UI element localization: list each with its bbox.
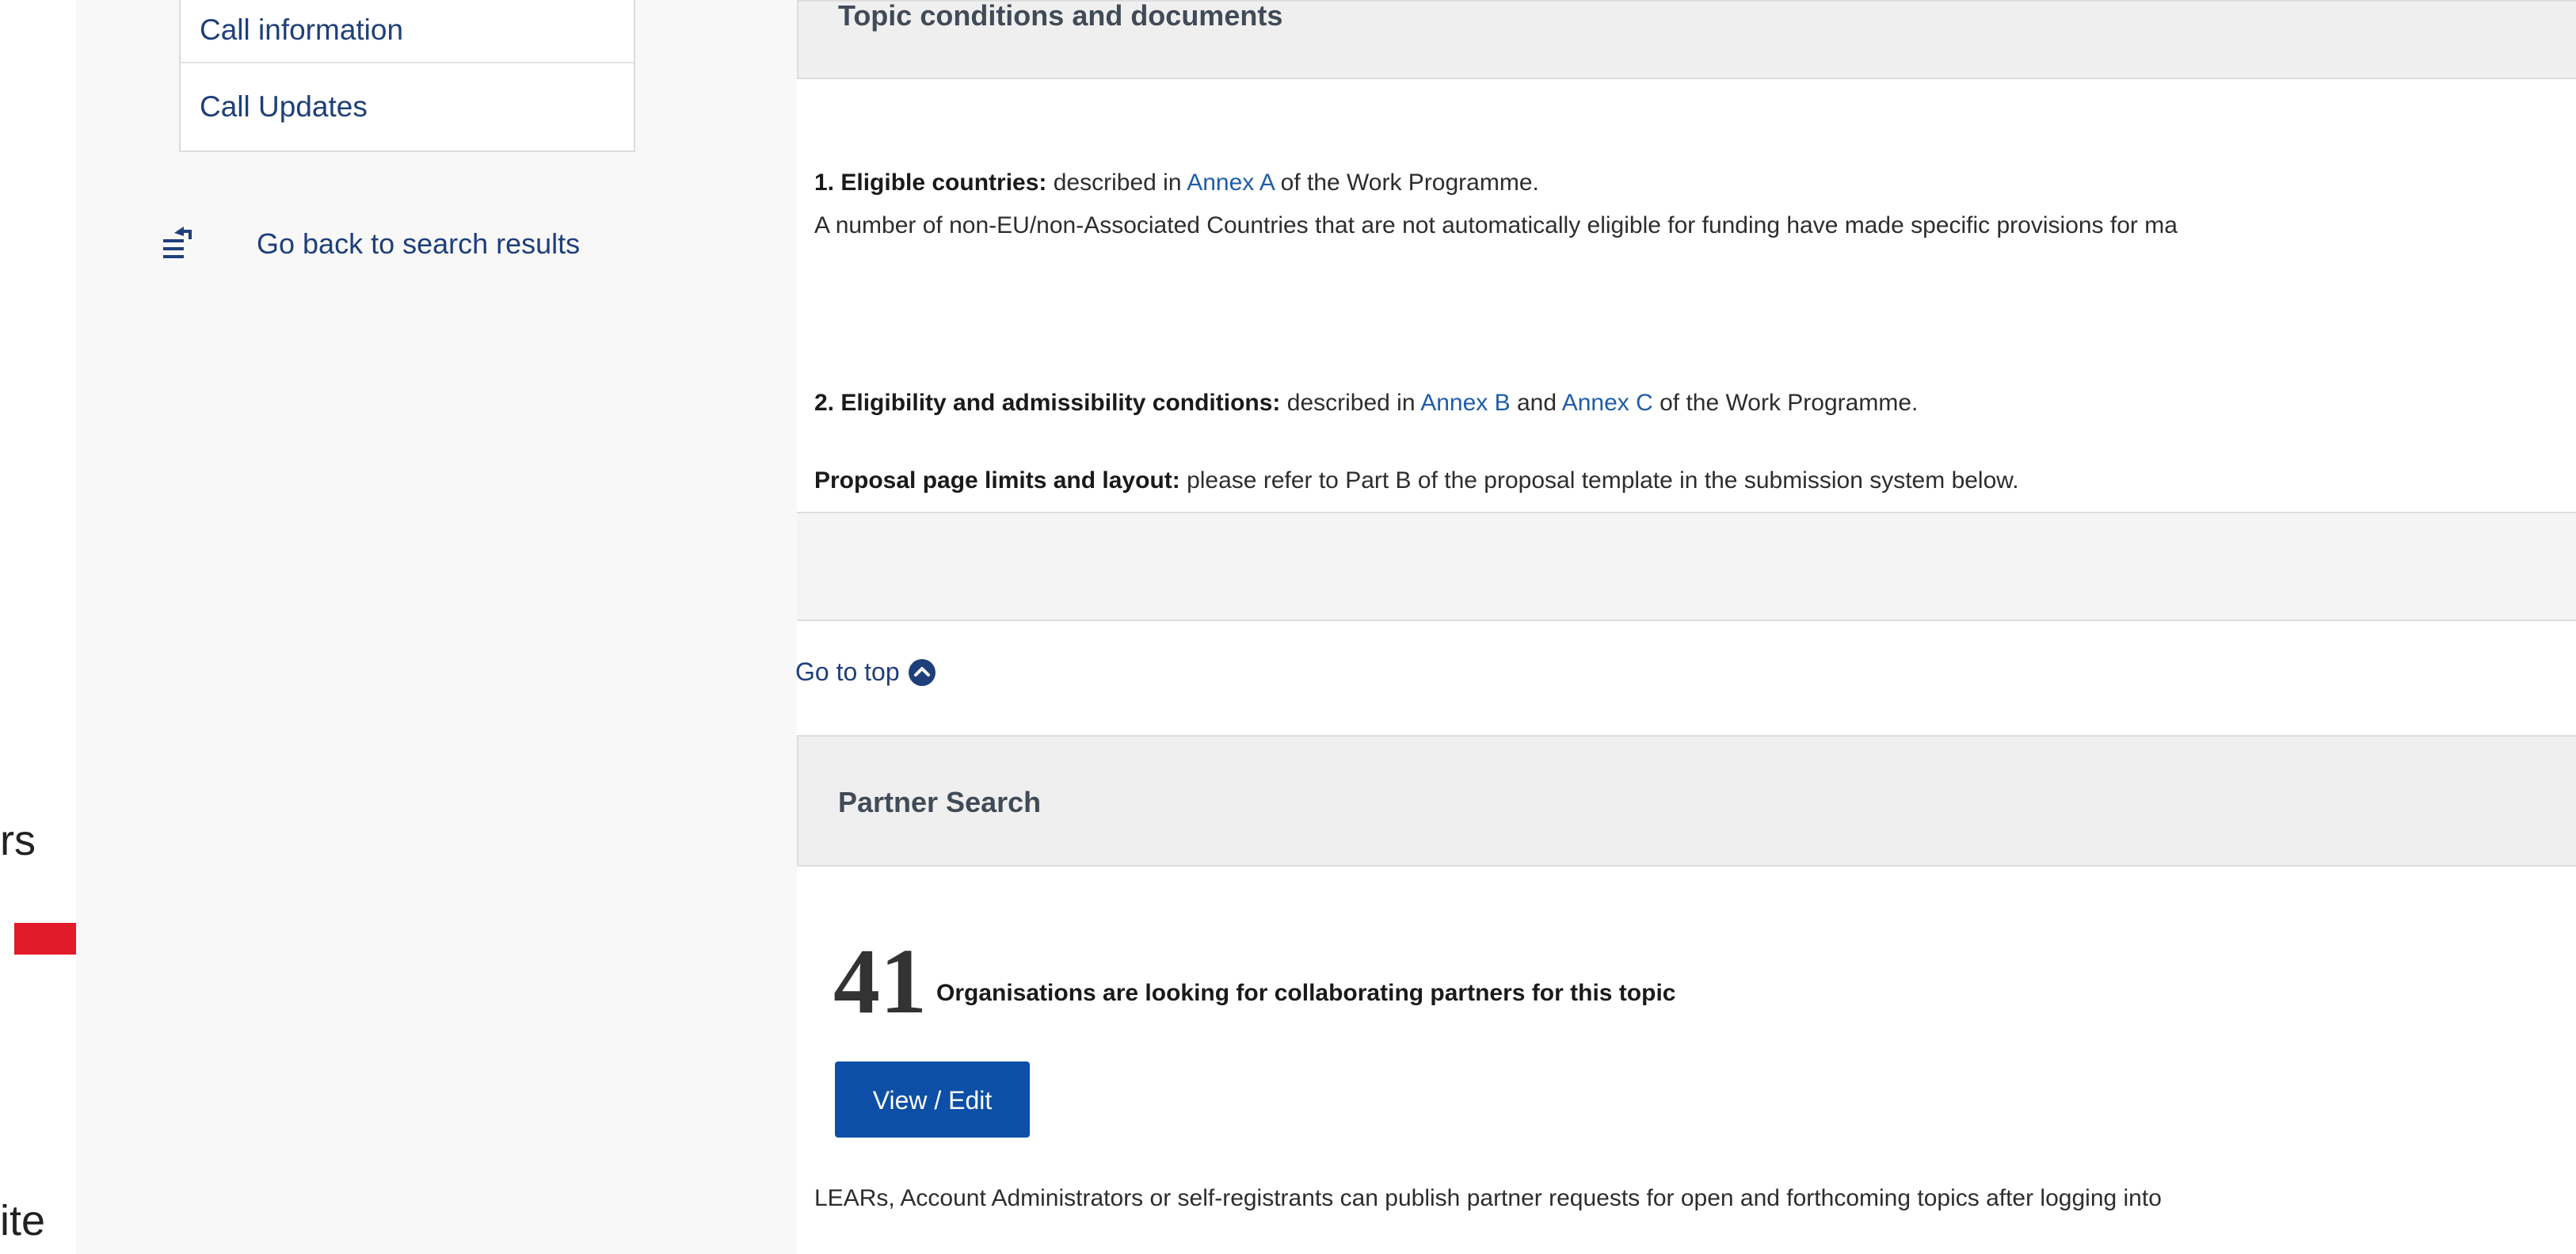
topic-header-title: Topic conditions and documents	[838, 0, 1283, 32]
slide-text-fragment: ite	[0, 1197, 46, 1244]
eligibility-conditions-label: 2. Eligibility and admissibility conditi…	[814, 390, 1281, 416]
section-footer-band	[797, 512, 2576, 621]
page-limits-line: Proposal page limits and layout: please …	[814, 467, 2019, 494]
text-fragment: described in	[1280, 390, 1421, 416]
main-content: Topic conditions and documents 1. Eligib…	[795, 0, 2576, 1254]
non-eu-countries-text: A number of non-EU/non-Associated Countr…	[814, 212, 2178, 238]
partner-search-header: Partner Search	[797, 735, 2576, 867]
go-to-top-link[interactable]: Go to top	[795, 657, 936, 687]
sidebar-item-call-information[interactable]: Call information	[181, 0, 634, 63]
sidebar-nav: Call information Call Updates	[179, 0, 635, 152]
slide-backdrop: rs ite	[0, 0, 76, 1254]
eligibility-conditions-line: 2. Eligibility and admissibility conditi…	[814, 390, 1918, 417]
chevron-up-circle-icon	[908, 658, 936, 686]
sidebar: Call information Call Updates Go back to…	[76, 0, 797, 1254]
partner-count: 41	[833, 929, 927, 1033]
back-list-icon	[163, 227, 192, 258]
text-fragment: of the Work Programme.	[1652, 390, 1919, 416]
partner-footer-text: LEARs, Account Administrators or self-re…	[814, 1185, 2162, 1211]
annex-c-link[interactable]: Annex C	[1562, 390, 1653, 416]
page-limits-label: Proposal page limits and layout:	[814, 467, 1180, 494]
text-fragment: of the Work Programme.	[1274, 170, 1539, 196]
partner-search-title: Partner Search	[838, 786, 1042, 818]
text-fragment: described in	[1046, 170, 1187, 196]
annex-a-link[interactable]: Annex A	[1187, 170, 1274, 196]
go-to-top-label: Go to top	[795, 657, 900, 686]
text-fragment: and	[1510, 390, 1562, 416]
slide-text-fragment: rs	[0, 817, 36, 864]
eligible-countries-line: 1. Eligible countries: described in Anne…	[814, 170, 1539, 196]
back-link-label: Go back to search results	[257, 227, 581, 260]
text-fragment: please refer to Part B of the proposal t…	[1179, 467, 2019, 494]
topic-conditions-header: Topic conditions and documents	[797, 0, 2576, 79]
view-edit-button[interactable]: View / Edit	[835, 1062, 1030, 1138]
partner-count-text: Organisations are looking for collaborat…	[936, 980, 1676, 1006]
sidebar-item-call-updates[interactable]: Call Updates	[181, 63, 634, 151]
eligible-countries-label: 1. Eligible countries:	[814, 170, 1047, 196]
annex-b-link[interactable]: Annex B	[1420, 390, 1510, 416]
back-to-search-link[interactable]: Go back to search results	[158, 222, 580, 266]
